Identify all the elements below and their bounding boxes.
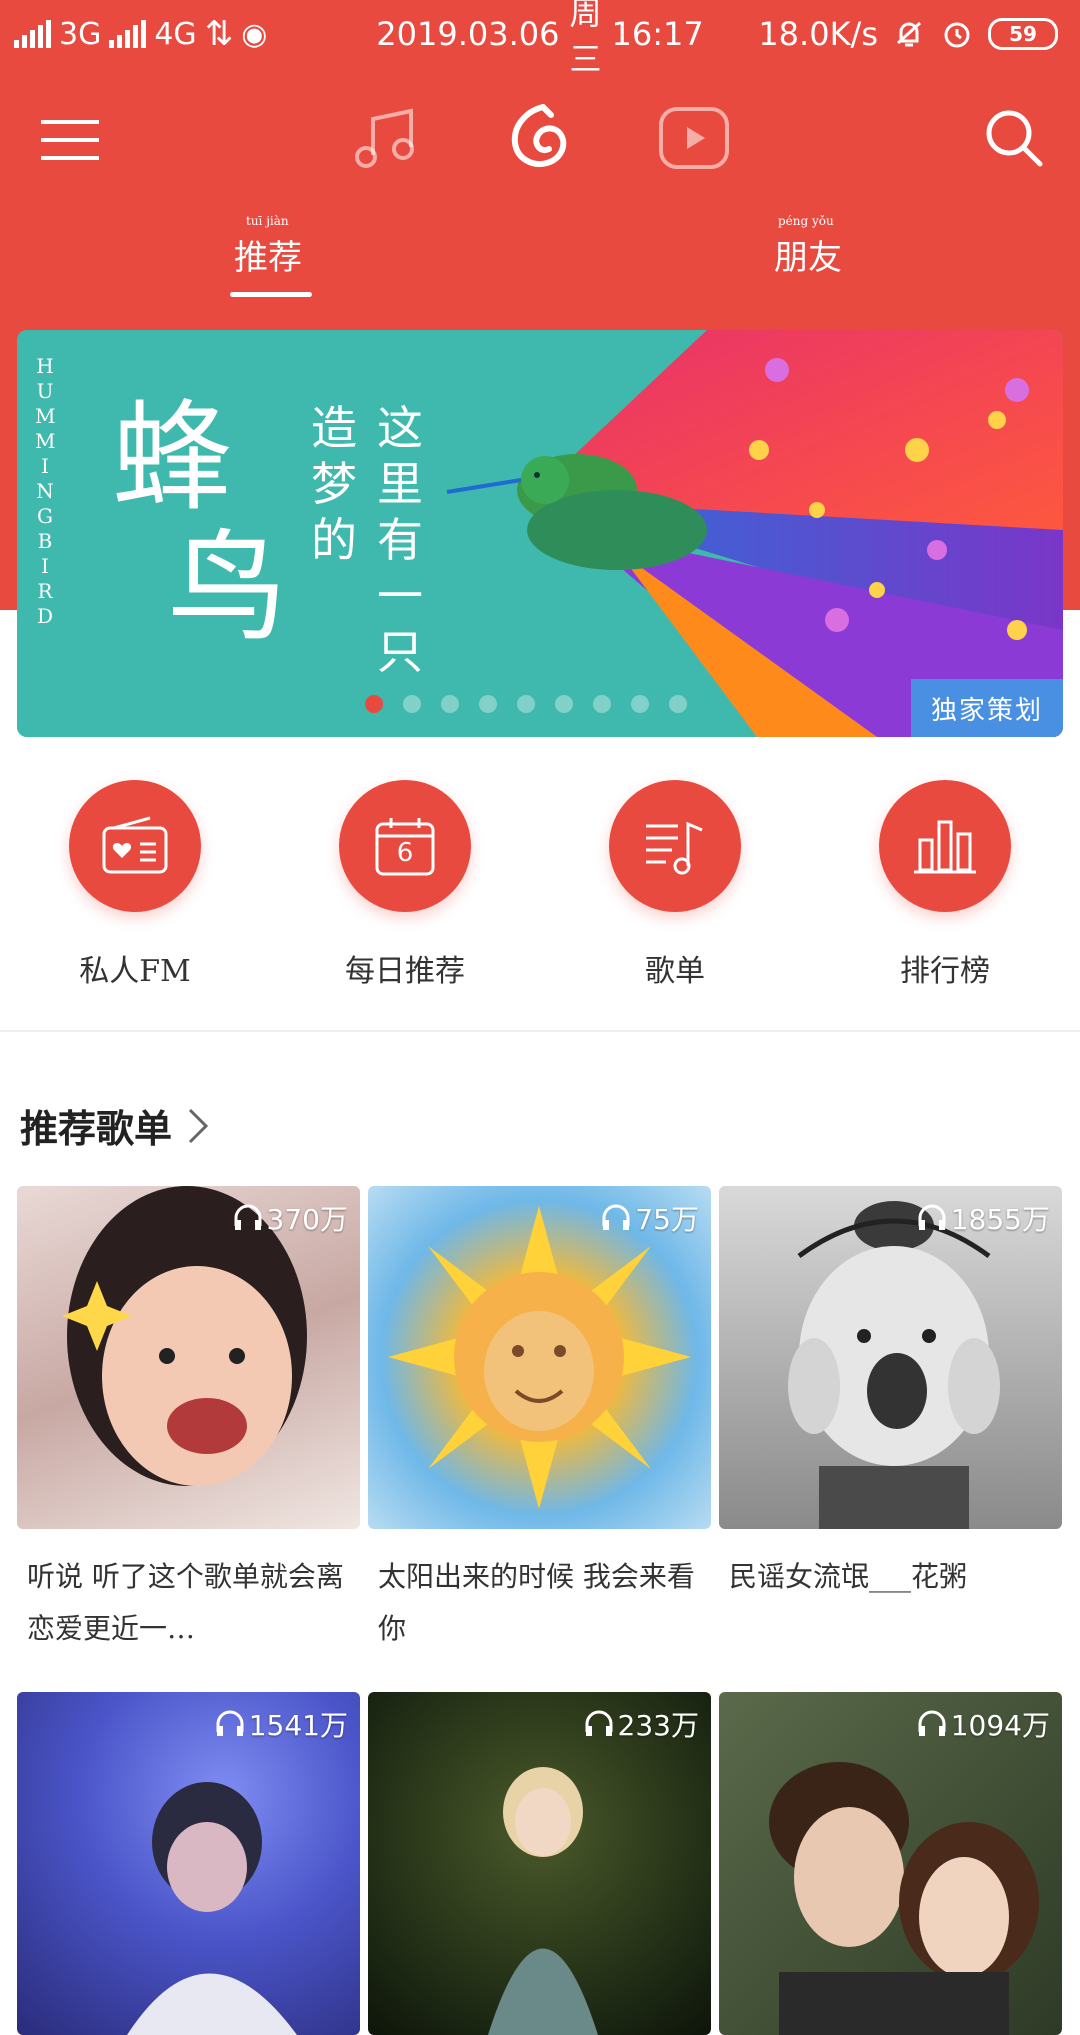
playlist-cover: 1094万 bbox=[719, 1692, 1062, 2035]
tab-bar: tuī jiàn 推荐 péng yǒu 朋友 bbox=[0, 214, 1080, 300]
headphones-icon bbox=[216, 1710, 244, 1736]
netease-logo-icon[interactable] bbox=[502, 96, 578, 176]
headphones-icon bbox=[918, 1710, 946, 1736]
quick-entry-label: 排行榜 bbox=[900, 954, 990, 989]
playlist-card[interactable]: 233万 bbox=[368, 1692, 711, 2035]
quick-entry-fm[interactable]: 私人FM bbox=[35, 780, 235, 990]
radio-icon bbox=[69, 780, 201, 912]
data-transfer-icon: ⇅ bbox=[204, 14, 234, 54]
banner-line-1: 造梦的 bbox=[311, 401, 357, 567]
banner-dot[interactable] bbox=[403, 695, 421, 713]
music-icon[interactable] bbox=[348, 100, 424, 176]
play-count-value: 75万 bbox=[635, 1203, 699, 1236]
status-right: 18.0K/s 59 bbox=[758, 12, 1058, 56]
quick-entry-chart[interactable]: 排行榜 bbox=[845, 780, 1045, 990]
battery-indicator: 59 bbox=[988, 18, 1058, 50]
playlist-card[interactable]: 1855万 民谣女流氓___花粥 bbox=[719, 1186, 1062, 1603]
quick-entry-label: 每日推荐 bbox=[345, 954, 465, 989]
tab-friends-pinyin: péng yǒu bbox=[778, 214, 834, 228]
banner-dot[interactable] bbox=[555, 695, 573, 713]
playlist-title: 太阳出来的时候 我会来看你 bbox=[378, 1560, 695, 1645]
battery-level: 59 bbox=[1009, 22, 1037, 46]
banner-dot[interactable] bbox=[479, 695, 497, 713]
playlist-cover: 370万 bbox=[17, 1186, 360, 1529]
play-count: 75万 bbox=[601, 1198, 699, 1238]
banner-dot[interactable] bbox=[517, 695, 535, 713]
banner-dot[interactable] bbox=[441, 695, 459, 713]
calendar-icon: 6 bbox=[339, 780, 471, 912]
search-icon[interactable] bbox=[982, 106, 1046, 170]
playlist-cover: 75万 bbox=[368, 1186, 711, 1529]
status-bar: 3G 4G ⇅ ◉ 2019.03.06 周三 16:17 18.0K/s 59 bbox=[0, 0, 1080, 78]
quick-entry-playlist[interactable]: 歌单 bbox=[575, 780, 775, 990]
play-count: 1855万 bbox=[917, 1198, 1050, 1238]
banner-vertical-text: HUMMINGBIRD bbox=[35, 354, 56, 628]
banner-tag: 独家策划 bbox=[911, 679, 1063, 737]
banner-title-2: 鸟 bbox=[167, 519, 287, 658]
playlist-title: 民谣女流氓___花粥 bbox=[729, 1560, 968, 1593]
play-count-value: 1541万 bbox=[248, 1709, 348, 1742]
banner-dot[interactable] bbox=[365, 695, 383, 713]
quick-entry-label: 私人FM bbox=[79, 954, 191, 989]
tab-friends[interactable]: péng yǒu 朋友 bbox=[774, 214, 842, 279]
tab-recommend[interactable]: tuī jiàn 推荐 bbox=[234, 214, 302, 279]
playlist-card[interactable]: 370万 听说 听了这个歌单就会离恋爱更近一… bbox=[17, 1186, 360, 1655]
playlist-title: 听说 听了这个歌单就会离恋爱更近一… bbox=[27, 1560, 344, 1645]
network-type-2: 4G bbox=[154, 16, 197, 52]
top-nav bbox=[0, 90, 1080, 190]
calendar-day: 6 bbox=[396, 838, 414, 868]
status-weekday: 周三 bbox=[569, 0, 602, 78]
chevron-right-icon bbox=[188, 1108, 209, 1143]
menu-icon[interactable] bbox=[40, 110, 102, 170]
play-count-value: 1855万 bbox=[950, 1203, 1050, 1236]
headphones-icon bbox=[234, 1204, 262, 1230]
status-time: 16:17 bbox=[611, 15, 704, 53]
banner-dot[interactable] bbox=[631, 695, 649, 713]
headphones-icon bbox=[585, 1710, 613, 1736]
quick-entry-label: 歌单 bbox=[645, 954, 705, 989]
promo-banner[interactable]: HUMMINGBIRD 蜂 鸟 造梦的 这里有一只 独家策划 bbox=[17, 330, 1063, 737]
playlist-cover: 233万 bbox=[368, 1692, 711, 2035]
section-recommended-playlists[interactable]: 推荐歌单 bbox=[20, 1098, 212, 1153]
tab-active-indicator bbox=[230, 292, 312, 297]
quick-entries: 私人FM 6 每日推荐 歌单 排行榜 bbox=[0, 780, 1080, 1000]
play-count-value: 1094万 bbox=[950, 1709, 1050, 1742]
play-count: 233万 bbox=[584, 1704, 699, 1744]
bell-off-icon bbox=[896, 21, 922, 47]
banner-dot[interactable] bbox=[593, 695, 611, 713]
banner-dot[interactable] bbox=[669, 695, 687, 713]
playlist-card[interactable]: 1541万 bbox=[17, 1692, 360, 2035]
status-date: 2019.03.06 bbox=[376, 15, 560, 53]
tab-recommend-pinyin: tuī jiàn bbox=[246, 214, 289, 228]
headphones-icon bbox=[602, 1204, 630, 1230]
banner-line-2: 这里有一只 bbox=[377, 401, 423, 679]
playlist-card[interactable]: 1094万 bbox=[719, 1692, 1062, 2035]
play-count: 1541万 bbox=[215, 1704, 348, 1744]
eye-icon: ◉ bbox=[241, 16, 268, 52]
playlist-cover: 1541万 bbox=[17, 1692, 360, 2035]
play-count-value: 233万 bbox=[617, 1709, 699, 1742]
alarm-icon bbox=[944, 22, 970, 48]
section-divider bbox=[0, 1030, 1080, 1032]
tab-friends-label: 朋友 bbox=[774, 238, 842, 278]
signal-icon bbox=[109, 20, 147, 48]
play-count-value: 370万 bbox=[266, 1203, 348, 1236]
status-datetime: 2019.03.06 周三 16:17 bbox=[376, 0, 703, 78]
play-count: 1094万 bbox=[917, 1704, 1050, 1744]
quick-entry-daily[interactable]: 6 每日推荐 bbox=[305, 780, 505, 990]
network-speed: 18.0K/s bbox=[758, 15, 878, 53]
video-icon[interactable] bbox=[656, 100, 732, 176]
section-title: 推荐歌单 bbox=[20, 1106, 173, 1151]
status-left: 3G 4G ⇅ ◉ bbox=[14, 12, 267, 56]
playlist-icon bbox=[609, 780, 741, 912]
playlist-card[interactable]: 75万 太阳出来的时候 我会来看你 bbox=[368, 1186, 711, 1655]
play-count: 370万 bbox=[233, 1198, 348, 1238]
headphones-icon bbox=[918, 1204, 946, 1230]
playlist-cover: 1855万 bbox=[719, 1186, 1062, 1529]
signal-icon bbox=[14, 20, 51, 48]
chart-icon bbox=[879, 780, 1011, 912]
network-type-1: 3G bbox=[59, 16, 102, 52]
banner-pagination bbox=[365, 695, 687, 713]
tab-recommend-label: 推荐 bbox=[234, 238, 302, 278]
